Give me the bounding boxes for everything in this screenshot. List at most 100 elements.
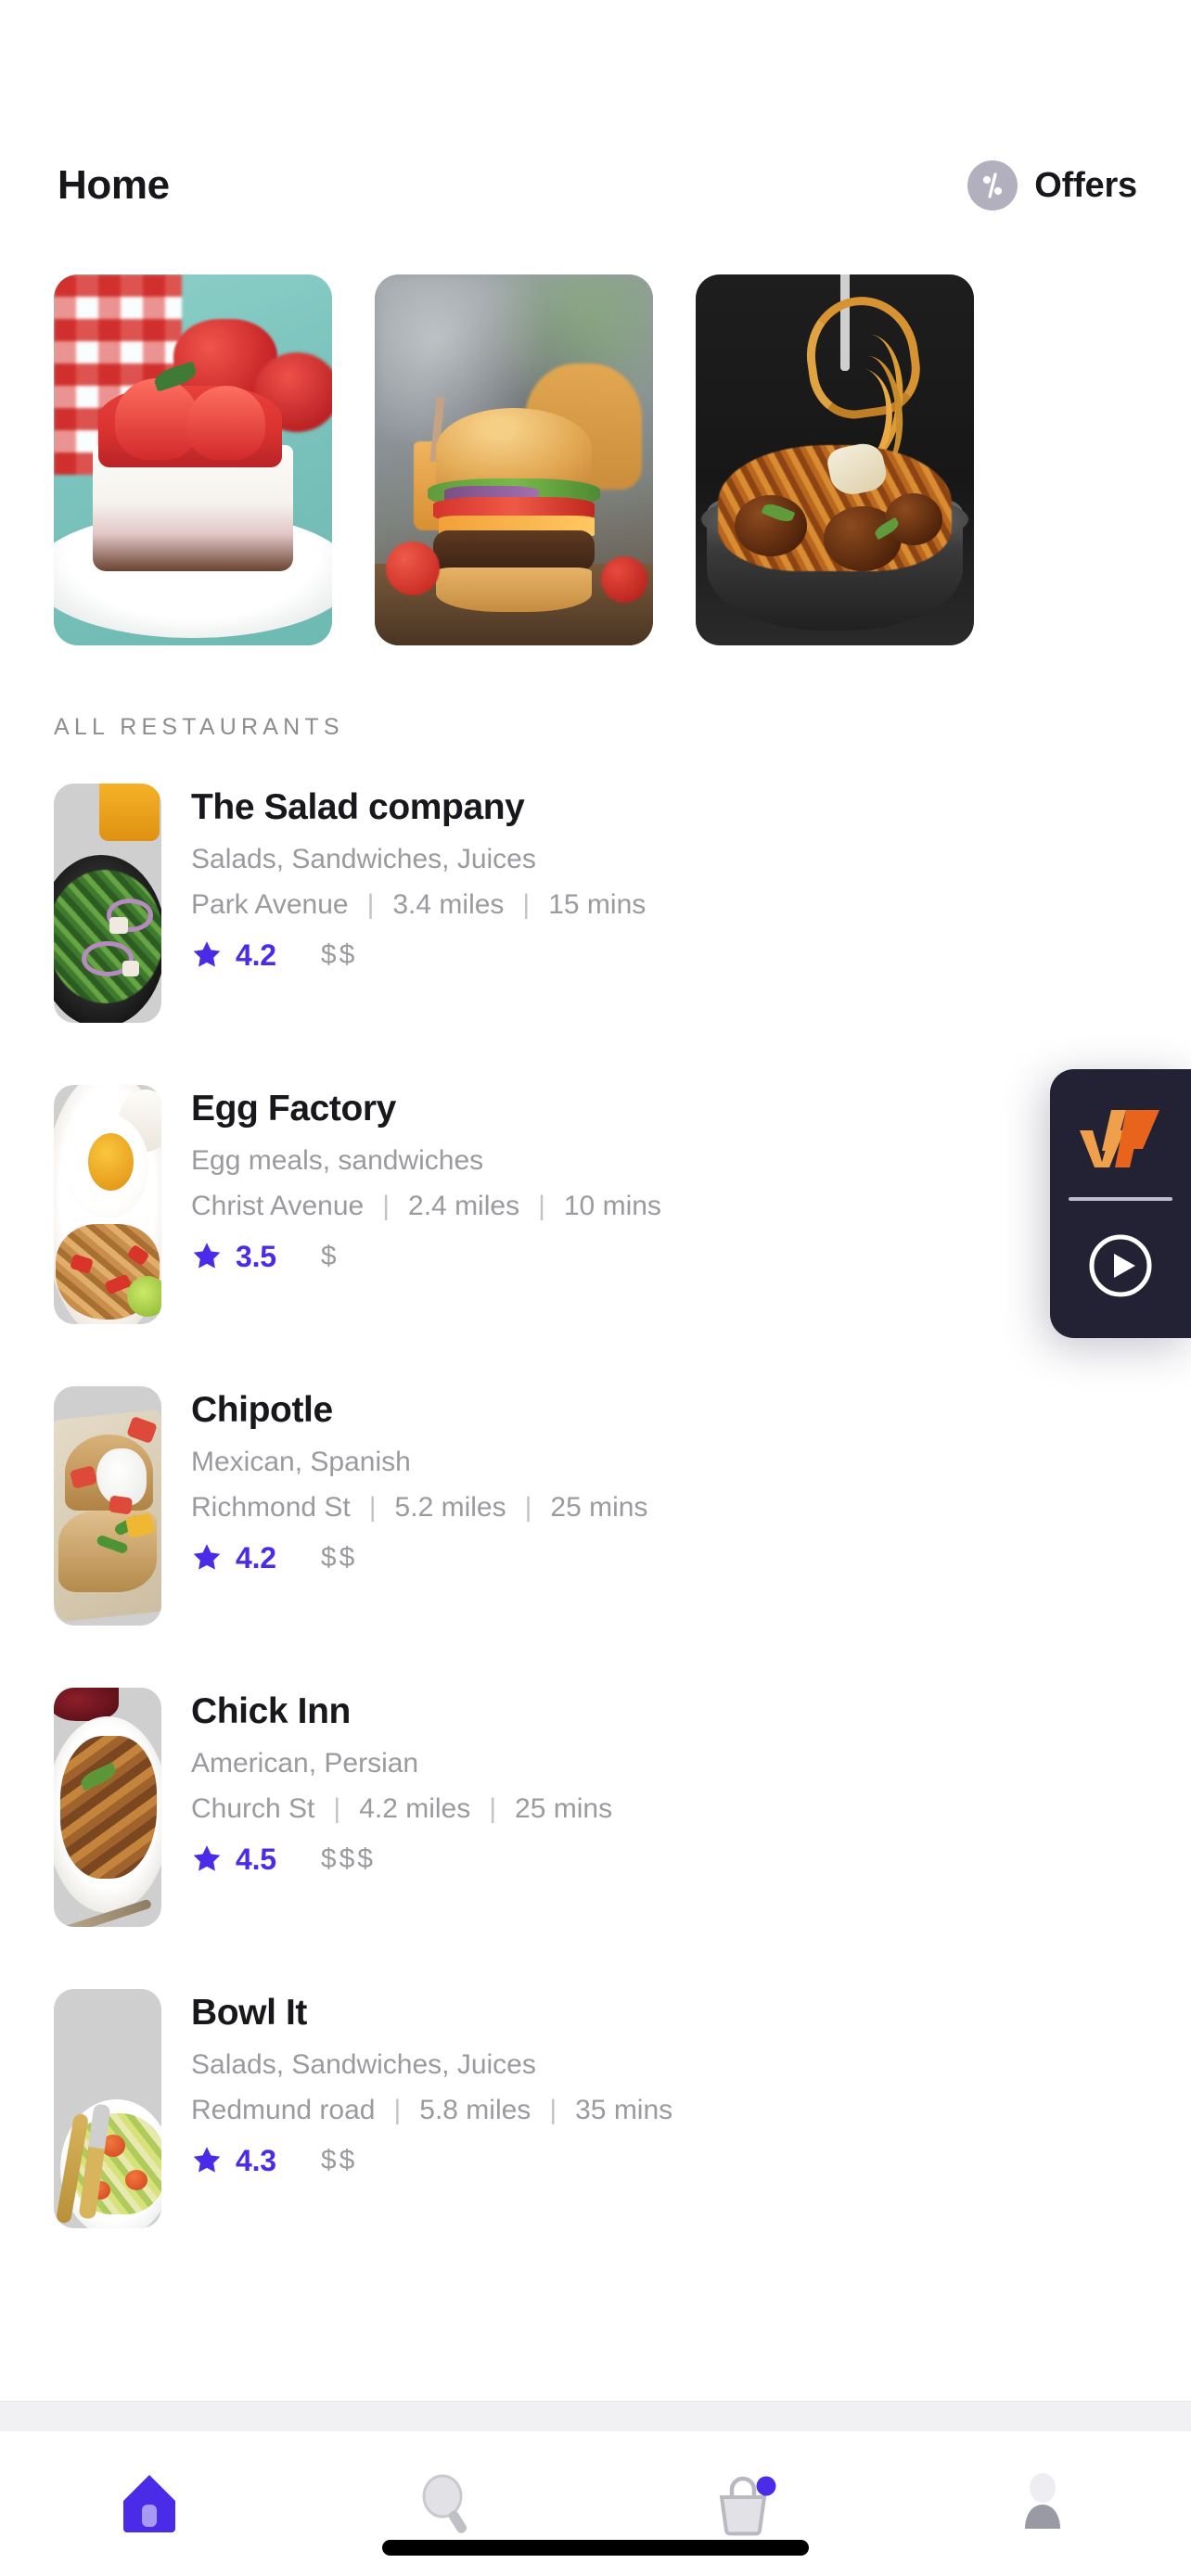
restaurant-location: Park Avenue	[191, 888, 349, 920]
restaurant-info: Bowl It Salads, Sandwiches, Juices Redmu…	[191, 1989, 1137, 2178]
meta-separator: |	[393, 2094, 402, 2125]
home-icon	[122, 2475, 175, 2532]
restaurant-info: Chipotle Mexican, Spanish Richmond St | …	[191, 1386, 1137, 1575]
meta-separator: |	[382, 1190, 391, 1221]
status-bar-spacer	[0, 0, 1191, 141]
page-title: Home	[58, 162, 170, 208]
play-circle-icon	[1089, 1234, 1152, 1297]
restaurant-thumbnail	[54, 1085, 161, 1324]
meta-separator: |	[333, 1792, 341, 1824]
offers-button[interactable]: Offers	[967, 160, 1137, 210]
restaurant-row[interactable]: Egg Factory Egg meals, sandwiches Christ…	[54, 1085, 1137, 1324]
restaurant-meta: Redmund road | 5.8 miles | 35 mins	[191, 2095, 1137, 2125]
search-icon	[422, 2474, 467, 2533]
restaurant-info: The Salad company Salads, Sandwiches, Ju…	[191, 784, 1137, 973]
restaurant-row[interactable]: Chipotle Mexican, Spanish Richmond St | …	[54, 1386, 1137, 1626]
restaurant-meta: Christ Avenue | 2.4 miles | 10 mins	[191, 1191, 1137, 1221]
restaurant-cuisine: Mexican, Spanish	[191, 1446, 411, 1477]
home-indicator	[382, 2540, 809, 2556]
restaurant-list: The Salad company Salads, Sandwiches, Ju…	[0, 784, 1191, 2228]
restaurant-location: Christ Avenue	[191, 1190, 365, 1221]
restaurant-price-level: $	[320, 1241, 339, 1272]
restaurant-cuisine: Salads, Sandwiches, Juices	[191, 2048, 536, 2080]
w-brand-logo-icon	[1080, 1110, 1159, 1167]
profile-icon	[1024, 2473, 1060, 2529]
promo-image-burger	[375, 274, 653, 645]
restaurant-location: Church St	[191, 1792, 315, 1824]
restaurant-rating: 4.5	[236, 1842, 276, 1876]
restaurant-rating-row: 4.5 $$$	[191, 1843, 1137, 1877]
restaurant-rating-row: 4.2 $$	[191, 1541, 1137, 1575]
restaurant-thumbnail	[54, 1688, 161, 1927]
restaurant-time: 15 mins	[548, 888, 647, 920]
restaurant-rating: 4.2	[236, 937, 276, 972]
restaurant-meta: Richmond St | 5.2 miles | 25 mins	[191, 1492, 1137, 1523]
restaurant-name: Chipotle	[191, 1390, 333, 1430]
restaurant-name: The Salad company	[191, 787, 525, 827]
restaurant-name: Egg Factory	[191, 1089, 396, 1129]
restaurant-rating: 4.3	[236, 2143, 276, 2177]
cart-badge-dot	[756, 2476, 775, 2496]
restaurant-rating-row: 3.5 $	[191, 1240, 1137, 1274]
restaurant-rating-row: 4.2 $$	[191, 938, 1137, 973]
restaurant-row[interactable]: The Salad company Salads, Sandwiches, Ju…	[54, 784, 1137, 1023]
star-icon	[193, 1544, 221, 1571]
restaurant-location: Redmund road	[191, 2094, 376, 2125]
restaurant-cuisine: Salads, Sandwiches, Juices	[191, 843, 536, 874]
restaurant-thumbnail	[54, 1386, 161, 1626]
restaurant-info: Chick Inn American, Persian Church St | …	[191, 1688, 1137, 1877]
restaurant-time: 25 mins	[550, 1491, 648, 1523]
restaurant-price-level: $$	[320, 2145, 358, 2176]
promo-image-spaghetti	[696, 274, 974, 645]
meta-separator: |	[368, 1491, 377, 1523]
restaurant-row[interactable]: Chick Inn American, Persian Church St | …	[54, 1688, 1137, 1927]
widget-divider	[1069, 1197, 1172, 1201]
restaurant-name: Bowl It	[191, 1993, 308, 2033]
star-icon	[193, 1845, 221, 1872]
restaurant-meta: Church St | 4.2 miles | 25 mins	[191, 1793, 1137, 1824]
floating-brand-widget[interactable]	[1050, 1069, 1191, 1338]
shopping-bag-icon	[719, 2476, 775, 2536]
restaurant-cuisine: American, Persian	[191, 1747, 419, 1779]
restaurant-distance: 3.4 miles	[392, 888, 505, 920]
bottom-tab-bar	[0, 2431, 1191, 2576]
restaurant-time: 10 mins	[563, 1190, 661, 1221]
restaurant-cuisine: Egg meals, sandwiches	[191, 1144, 484, 1176]
meta-separator: |	[549, 2094, 557, 2125]
restaurant-price-level: $$	[320, 1542, 358, 1574]
promo-image-cheesecake	[54, 274, 332, 645]
restaurant-distance: 5.2 miles	[394, 1491, 506, 1523]
offers-label: Offers	[1034, 165, 1137, 205]
promo-card-spaghetti[interactable]	[696, 274, 974, 645]
meta-separator: |	[538, 1190, 545, 1221]
tab-profile[interactable]	[893, 2431, 1191, 2576]
promo-carousel[interactable]	[0, 274, 1191, 645]
restaurant-distance: 4.2 miles	[359, 1792, 471, 1824]
restaurant-meta: Park Avenue | 3.4 miles | 15 mins	[191, 889, 1137, 920]
bottom-divider-band	[0, 2401, 1191, 2431]
restaurant-distance: 5.8 miles	[419, 2094, 531, 2125]
restaurant-name: Chick Inn	[191, 1691, 351, 1731]
restaurant-location: Richmond St	[191, 1491, 351, 1523]
star-icon	[193, 941, 221, 968]
percent-discount-icon	[967, 160, 1018, 210]
restaurant-distance: 2.4 miles	[408, 1190, 520, 1221]
meta-separator: |	[522, 888, 531, 920]
restaurant-rating: 4.2	[236, 1540, 276, 1575]
tab-home[interactable]	[0, 2431, 298, 2576]
star-icon	[193, 2147, 221, 2174]
restaurant-time: 25 mins	[515, 1792, 613, 1824]
promo-card-cheesecake[interactable]	[54, 274, 332, 645]
restaurant-time: 35 mins	[575, 2094, 673, 2125]
page-header: Home Offers	[0, 141, 1191, 230]
restaurant-thumbnail	[54, 1989, 161, 2228]
meta-separator: |	[524, 1491, 532, 1523]
promo-card-burger[interactable]	[375, 274, 653, 645]
meta-separator: |	[489, 1792, 497, 1824]
meta-separator: |	[366, 888, 375, 920]
all-restaurants-heading: ALL RESTAURANTS	[54, 714, 344, 740]
star-icon	[193, 1243, 221, 1269]
restaurant-price-level: $$	[320, 939, 358, 971]
restaurant-row[interactable]: Bowl It Salads, Sandwiches, Juices Redmu…	[54, 1989, 1137, 2228]
